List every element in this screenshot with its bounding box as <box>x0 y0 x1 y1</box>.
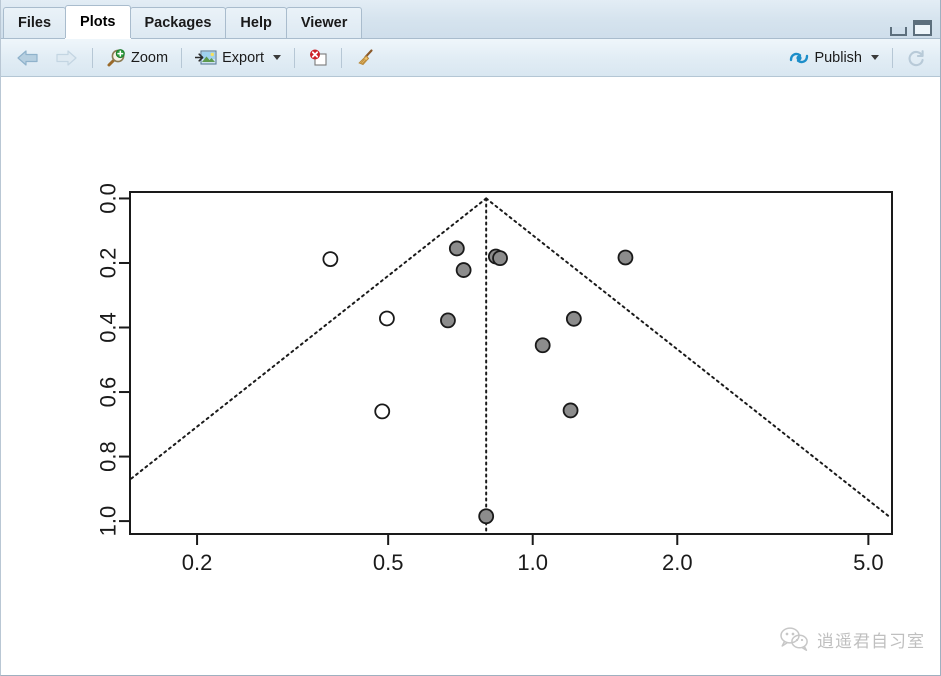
data-point-filled <box>565 310 582 327</box>
funnel-contour-line <box>129 197 488 481</box>
tab-plots[interactable]: Plots <box>65 5 131 38</box>
chevron-down-icon <box>273 55 281 60</box>
refresh-button[interactable] <box>900 46 932 70</box>
arrow-right-icon <box>56 49 77 66</box>
remove-plot-icon <box>310 49 327 66</box>
tab-packages-label: Packages <box>144 15 212 31</box>
toolbar-separator-1 <box>92 47 93 68</box>
plot-canvas: 0.0 0.2 0.4 0.6 0.8 1.0 0.2 0.5 1.0 2.0 5.0 逍遥君自习… <box>2 78 939 674</box>
tab-help-label: Help <box>240 15 272 31</box>
tab-viewer[interactable]: Viewer <box>285 7 363 38</box>
tab-files-label: Files <box>18 15 52 31</box>
x-axis-ticks: 0.2 0.5 1.0 2.0 5.0 <box>182 534 884 575</box>
x-tick-label: 5.0 <box>853 550 884 575</box>
plots-toolbar: Zoom Export Publish <box>1 39 940 77</box>
y-tick-label: 0.4 <box>96 312 121 343</box>
y-tick-label: 0.2 <box>96 248 121 279</box>
data-point-filled <box>617 249 634 266</box>
export-label: Export <box>222 49 264 66</box>
plot-frame <box>129 191 893 535</box>
funnel-contour-line <box>485 197 892 519</box>
data-point-filled <box>492 250 508 267</box>
data-point-filled <box>455 262 472 278</box>
x-tick-label: 1.0 <box>517 550 548 575</box>
remove-plot-button[interactable] <box>302 47 334 69</box>
tab-files[interactable]: Files <box>3 7 67 38</box>
data-point-filled <box>448 240 465 257</box>
minimize-pane-icon[interactable] <box>890 27 907 36</box>
window-controls <box>890 20 932 36</box>
magnifier-plus-icon <box>107 48 125 66</box>
y-axis-ticks: 0.0 0.2 0.4 0.6 0.8 1.0 <box>96 183 130 537</box>
broom-icon <box>358 48 373 65</box>
data-point-filled <box>562 402 579 419</box>
publish-chevron-down-icon <box>871 55 879 60</box>
tab-packages[interactable]: Packages <box>129 7 227 38</box>
data-point-open <box>322 251 339 268</box>
y-tick-label: 0.8 <box>96 441 121 472</box>
tab-plots-label: Plots <box>80 14 116 30</box>
tab-viewer-label: Viewer <box>300 15 348 31</box>
export-button[interactable]: Export <box>189 47 287 69</box>
data-point-open <box>379 310 395 327</box>
arrow-left-icon <box>17 49 38 66</box>
watermark-text: 逍遥君自习室 <box>817 631 925 652</box>
rstudio-plots-pane: Files Plots Packages Help Viewer Zoom Ex… <box>0 0 941 676</box>
watermark: 逍遥君自习室 <box>779 626 925 652</box>
back-button[interactable] <box>9 46 47 70</box>
publish-icon <box>790 52 809 63</box>
toolbar-separator-5 <box>892 47 893 68</box>
funnel-contour-lines <box>129 197 892 519</box>
data-point-filled <box>440 312 456 329</box>
zoom-button[interactable]: Zoom <box>100 46 174 70</box>
funnel-plot-svg: 0.0 0.2 0.4 0.6 0.8 1.0 0.2 0.5 1.0 2.0 5.0 <box>96 183 893 575</box>
data-point-filled <box>478 508 495 525</box>
y-tick-label: 0.6 <box>96 377 121 408</box>
x-tick-label: 2.0 <box>662 550 693 575</box>
publish-button[interactable]: Publish <box>783 48 885 68</box>
clear-all-plots-button[interactable] <box>349 46 381 70</box>
x-tick-label: 0.5 <box>373 550 404 575</box>
wechat-icon <box>780 627 808 651</box>
export-image-icon <box>195 49 217 65</box>
tab-help[interactable]: Help <box>225 7 287 38</box>
toolbar-separator-4 <box>341 47 342 68</box>
toolbar-separator-3 <box>294 47 295 68</box>
maximize-pane-icon[interactable] <box>913 20 932 36</box>
y-tick-label: 1.0 <box>96 506 121 537</box>
zoom-label: Zoom <box>131 49 169 66</box>
forward-button[interactable] <box>47 46 85 70</box>
data-point-filled <box>534 337 551 354</box>
toolbar-separator-2 <box>181 47 183 68</box>
refresh-icon <box>908 49 924 66</box>
x-tick-label: 0.2 <box>182 550 213 575</box>
y-tick-label: 0.0 <box>96 183 121 214</box>
data-point-open <box>374 403 391 420</box>
pane-tab-strip: Files Plots Packages Help Viewer <box>1 0 940 39</box>
tab-strip-filler <box>361 8 940 38</box>
study-data-points <box>322 240 634 525</box>
publish-label: Publish <box>814 49 862 66</box>
